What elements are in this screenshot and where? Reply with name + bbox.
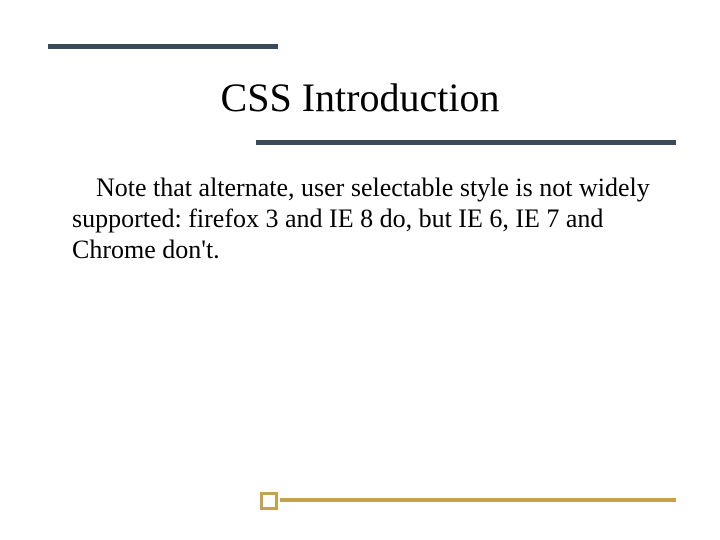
decorative-line-top: [48, 44, 278, 49]
slide-title: CSS Introduction: [0, 74, 720, 121]
decorative-square-icon: [260, 492, 278, 510]
slide-body-text: Note that alternate, user selectable sty…: [72, 172, 662, 266]
decorative-line-bottom: [280, 498, 676, 502]
decorative-line-mid: [256, 140, 676, 145]
